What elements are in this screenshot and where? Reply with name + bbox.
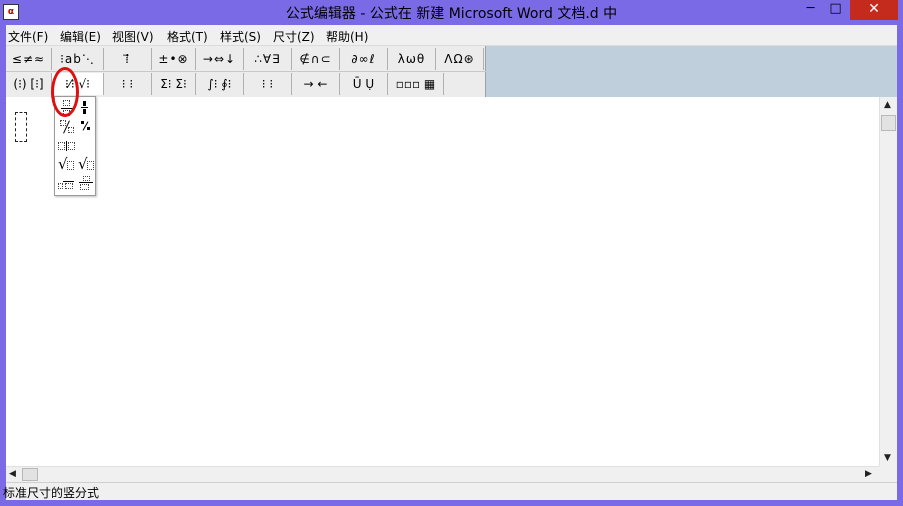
small-vertical-fraction-template[interactable]	[81, 101, 89, 115]
minimize-button[interactable]: ─	[798, 0, 823, 20]
menu-edit[interactable]: 编辑(E)	[60, 28, 101, 45]
scroll-right-arrow-icon[interactable]: ▶	[865, 467, 872, 481]
horizontal-fraction-template[interactable]	[58, 141, 76, 151]
scroll-down-arrow-icon[interactable]: ▼	[884, 451, 891, 465]
long-division-template[interactable]	[58, 179, 74, 191]
menu-style[interactable]: 样式(S)	[220, 28, 261, 45]
resize-grip[interactable]	[879, 466, 897, 482]
relational-symbols-button[interactable]: ≤≠≈	[6, 48, 52, 70]
window-frame: α 公式编辑器 - 公式在 新建 Microsoft Word 文档.d 中 ─…	[0, 0, 903, 506]
menu-file[interactable]: 文件(F)	[8, 28, 48, 45]
fence-templates-button[interactable]: (⁝) [⁝]	[6, 73, 52, 95]
scroll-left-arrow-icon[interactable]: ◀	[9, 467, 16, 481]
scroll-up-arrow-icon[interactable]: ▲	[884, 98, 891, 112]
embellishments-button[interactable]: ⁞⃗⃗⃗	[104, 48, 152, 70]
square-root-template[interactable]: √	[58, 155, 75, 173]
overbar-underbar-templates-button[interactable]: ⁝ ⁝	[244, 73, 292, 95]
long-division-reverse-template[interactable]	[79, 176, 93, 192]
labeled-arrow-templates-button[interactable]: → ←	[292, 73, 340, 95]
operator-symbols-button[interactable]: ±•⊗	[152, 48, 196, 70]
equation-editing-area[interactable]	[6, 97, 879, 466]
nth-root-template[interactable]: √	[78, 155, 95, 173]
menu-help[interactable]: 帮助(H)	[326, 28, 368, 45]
full-size-slash-fraction-template[interactable]	[60, 120, 74, 134]
menu-size[interactable]: 尺寸(Z)	[273, 28, 315, 45]
window-title: 公式编辑器 - 公式在 新建 Microsoft Word 文档.d 中	[285, 6, 618, 22]
title-bar[interactable]: α 公式编辑器 - 公式在 新建 Microsoft Word 文档.d 中 ─…	[0, 0, 903, 25]
greek-lowercase-button[interactable]: λωθ	[388, 48, 436, 70]
logical-symbols-button[interactable]: ∴∀∃	[244, 48, 292, 70]
spaces-ellipses-button[interactable]: ⁝ab⋱	[52, 48, 104, 70]
vertical-scroll-thumb[interactable]	[881, 115, 896, 131]
misc-symbols-button[interactable]: ∂∞ℓ	[340, 48, 388, 70]
toolbar: ≤≠≈ ⁝ab⋱ ⁞⃗⃗⃗ ±•⊗ →⇔↓ ∴∀∃ ∉∩⊂ ∂∞ℓ λωθ ΛΩ…	[6, 46, 897, 97]
maximize-button[interactable]: □	[823, 0, 848, 20]
integral-templates-button[interactable]: ∫⁝ ∮⁝	[196, 73, 244, 95]
horizontal-scroll-thumb[interactable]	[22, 468, 38, 481]
symbol-palette-row: ≤≠≈ ⁝ab⋱ ⁞⃗⃗⃗ ±•⊗ →⇔↓ ∴∀∃ ∉∩⊂ ∂∞ℓ λωθ ΛΩ…	[6, 47, 486, 72]
status-text: 标准尺寸的竖分式	[3, 486, 100, 500]
summation-templates-button[interactable]: Σ⁝ Σ⁝	[152, 73, 196, 95]
matrix-templates-button[interactable]: ▫▫▫ ▦	[388, 73, 444, 95]
set-theory-symbols-button[interactable]: ∉∩⊂	[292, 48, 340, 70]
small-slash-fraction-template[interactable]	[81, 121, 91, 131]
subscript-superscript-templates-button[interactable]: ⁝ ⁝	[104, 73, 152, 95]
greek-uppercase-button[interactable]: ΛΩ⊛	[436, 48, 484, 70]
menu-format[interactable]: 格式(T)	[167, 28, 208, 45]
highlight-annotation-circle	[51, 67, 79, 117]
status-bar: 标准尺寸的竖分式	[3, 482, 897, 500]
menu-bar: 文件(F) 编辑(E) 视图(V) 格式(T) 样式(S) 尺寸(Z) 帮助(H…	[6, 25, 897, 46]
products-set-templates-button[interactable]: Ū Ụ	[340, 73, 388, 95]
equation-input-slot[interactable]	[15, 112, 27, 142]
close-button[interactable]: ✕	[850, 0, 898, 20]
horizontal-scrollbar[interactable]: ◀ ▶	[6, 466, 879, 482]
menu-view[interactable]: 视图(V)	[112, 28, 154, 45]
arrow-symbols-button[interactable]: →⇔↓	[196, 48, 244, 70]
vertical-scrollbar[interactable]: ▲ ▼	[879, 97, 897, 466]
